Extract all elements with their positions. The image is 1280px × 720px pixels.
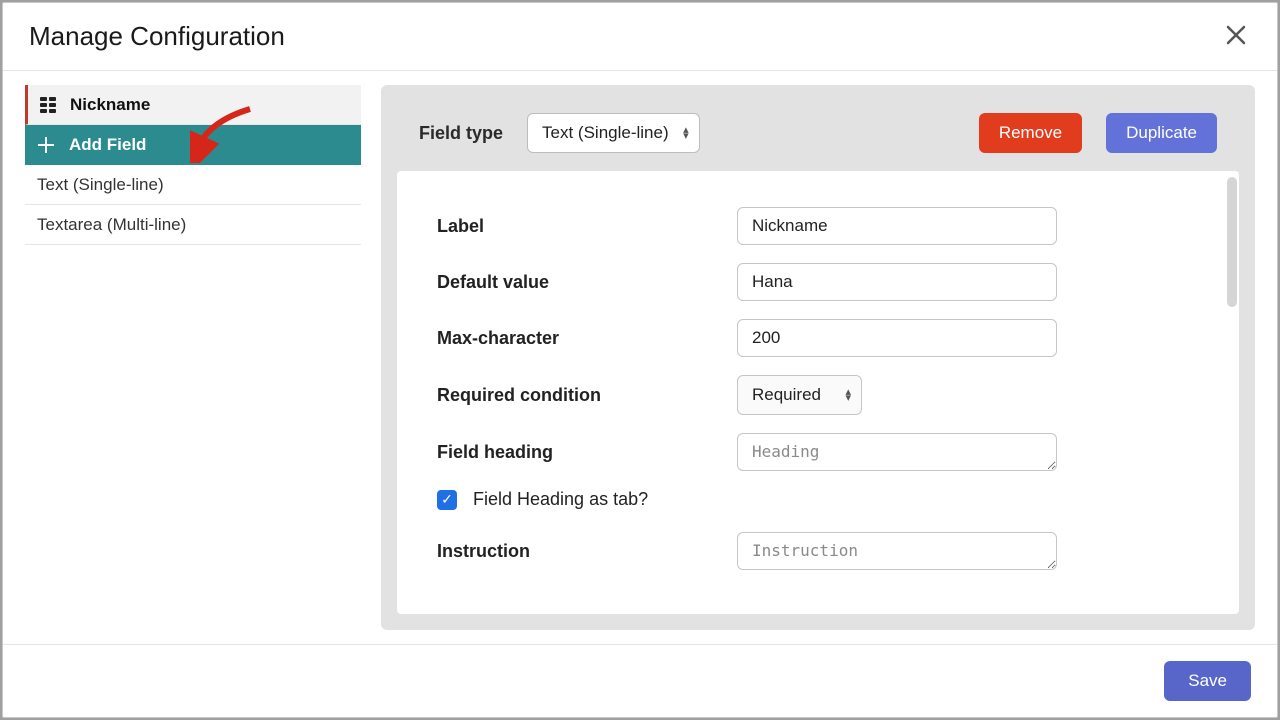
- sidebar-item-text-single[interactable]: Text (Single-line): [25, 165, 361, 205]
- sidebar-item-add-field[interactable]: Add Field: [25, 125, 361, 165]
- row-heading: Field heading: [437, 433, 1199, 471]
- default-input[interactable]: [737, 263, 1057, 301]
- heading-as-tab-label: Field Heading as tab?: [473, 489, 648, 510]
- field-type-select[interactable]: Text (Single-line) ▴▾: [527, 113, 700, 153]
- main-panel: Field type Text (Single-line) ▴▾ Remove …: [381, 85, 1255, 630]
- field-type-value: Text (Single-line): [542, 123, 669, 143]
- scrollbar[interactable]: [1227, 177, 1237, 307]
- sidebar-item-label: Textarea (Multi-line): [37, 215, 186, 235]
- field-type-label: Field type: [419, 123, 503, 144]
- instruction-label: Instruction: [437, 541, 737, 562]
- remove-button[interactable]: Remove: [979, 113, 1082, 153]
- sidebar-item-textarea-multi[interactable]: Textarea (Multi-line): [25, 205, 361, 245]
- label-input[interactable]: [737, 207, 1057, 245]
- duplicate-button[interactable]: Duplicate: [1106, 113, 1217, 153]
- row-default: Default value: [437, 263, 1199, 301]
- modal-title: Manage Configuration: [29, 21, 285, 52]
- chevron-updown-icon: ▴▾: [845, 389, 851, 401]
- default-label: Default value: [437, 272, 737, 293]
- modal-body: Nickname Add Field Text (Single-line) Te…: [3, 71, 1277, 644]
- manage-configuration-modal: Manage Configuration Nickname Add Field …: [2, 2, 1278, 718]
- heading-label: Field heading: [437, 442, 737, 463]
- sidebar: Nickname Add Field Text (Single-line) Te…: [25, 85, 361, 630]
- heading-input[interactable]: [737, 433, 1057, 471]
- sidebar-item-label: Text (Single-line): [37, 175, 164, 195]
- required-select[interactable]: Required ▴▾: [737, 375, 862, 415]
- chevron-updown-icon: ▴▾: [683, 127, 689, 139]
- modal-footer: Save: [3, 644, 1277, 717]
- close-icon[interactable]: [1221, 22, 1251, 52]
- label-label: Label: [437, 216, 737, 237]
- sidebar-item-nickname[interactable]: Nickname: [25, 85, 361, 125]
- modal-header: Manage Configuration: [3, 3, 1277, 71]
- required-value: Required: [752, 385, 821, 405]
- save-button[interactable]: Save: [1164, 661, 1251, 701]
- row-label: Label: [437, 207, 1199, 245]
- row-max: Max-character: [437, 319, 1199, 357]
- row-heading-as-tab: ✓ Field Heading as tab?: [437, 489, 1199, 510]
- plus-icon: [37, 136, 55, 154]
- row-instruction: Instruction: [437, 532, 1199, 570]
- required-label: Required condition: [437, 385, 737, 406]
- max-label: Max-character: [437, 328, 737, 349]
- form-area: Label Default value Max-character Requir…: [397, 171, 1239, 614]
- instruction-input[interactable]: [737, 532, 1057, 570]
- row-required: Required condition Required ▴▾: [437, 375, 1199, 415]
- heading-as-tab-checkbox[interactable]: ✓: [437, 490, 457, 510]
- max-input[interactable]: [737, 319, 1057, 357]
- panel-topbar: Field type Text (Single-line) ▴▾ Remove …: [381, 85, 1255, 171]
- sidebar-item-label: Add Field: [69, 135, 146, 155]
- sidebar-item-label: Nickname: [70, 95, 150, 115]
- drag-handle-icon[interactable]: [40, 97, 56, 113]
